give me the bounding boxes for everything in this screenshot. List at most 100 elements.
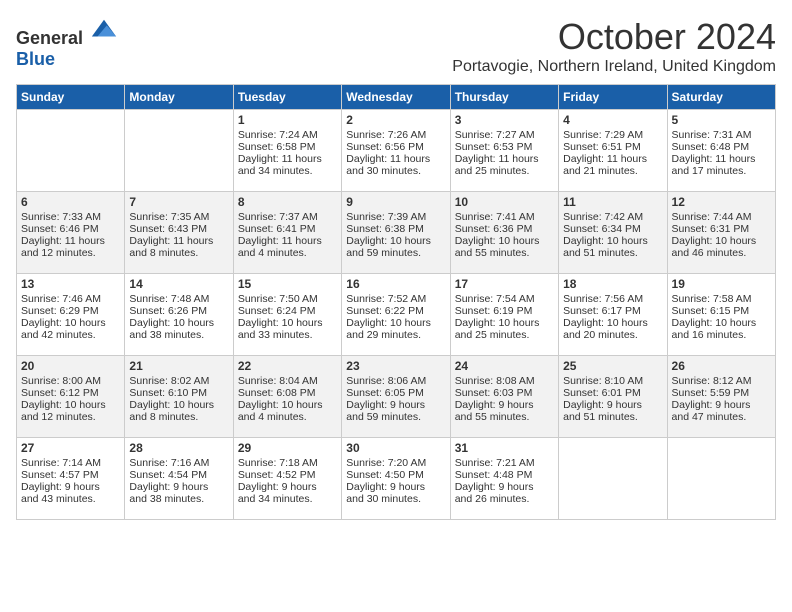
day-info: Daylight: 10 hours — [346, 317, 445, 329]
day-info: Sunrise: 7:52 AM — [346, 293, 445, 305]
day-info: Sunrise: 7:33 AM — [21, 211, 120, 223]
day-info: Sunrise: 8:04 AM — [238, 375, 337, 387]
day-info: and 30 minutes. — [346, 493, 445, 505]
calendar-cell: 13Sunrise: 7:46 AMSunset: 6:29 PMDayligh… — [17, 274, 125, 356]
logo-general: General — [16, 28, 83, 48]
calendar-cell: 16Sunrise: 7:52 AMSunset: 6:22 PMDayligh… — [342, 274, 450, 356]
day-info: Sunrise: 7:41 AM — [455, 211, 554, 223]
weekday-header: Friday — [559, 85, 667, 110]
day-info: and 42 minutes. — [21, 329, 120, 341]
day-info: Sunset: 6:19 PM — [455, 305, 554, 317]
day-info: and 51 minutes. — [563, 247, 662, 259]
day-info: Daylight: 9 hours — [21, 481, 120, 493]
day-info: and 8 minutes. — [129, 411, 228, 423]
calendar-cell: 20Sunrise: 8:00 AMSunset: 6:12 PMDayligh… — [17, 356, 125, 438]
calendar-cell: 23Sunrise: 8:06 AMSunset: 6:05 PMDayligh… — [342, 356, 450, 438]
weekday-header: Thursday — [450, 85, 558, 110]
calendar-week-row: 20Sunrise: 8:00 AMSunset: 6:12 PMDayligh… — [17, 356, 776, 438]
calendar-cell: 17Sunrise: 7:54 AMSunset: 6:19 PMDayligh… — [450, 274, 558, 356]
day-number: 19 — [672, 277, 771, 291]
day-info: Daylight: 11 hours — [563, 153, 662, 165]
day-info: Daylight: 10 hours — [129, 317, 228, 329]
day-info: Daylight: 11 hours — [21, 235, 120, 247]
day-info: Daylight: 10 hours — [455, 235, 554, 247]
day-number: 4 — [563, 113, 662, 127]
day-info: Sunrise: 7:56 AM — [563, 293, 662, 305]
calendar-cell: 25Sunrise: 8:10 AMSunset: 6:01 PMDayligh… — [559, 356, 667, 438]
day-info: Sunrise: 7:48 AM — [129, 293, 228, 305]
calendar-cell: 15Sunrise: 7:50 AMSunset: 6:24 PMDayligh… — [233, 274, 341, 356]
day-info: Daylight: 9 hours — [455, 399, 554, 411]
calendar-cell: 18Sunrise: 7:56 AMSunset: 6:17 PMDayligh… — [559, 274, 667, 356]
calendar-cell: 4Sunrise: 7:29 AMSunset: 6:51 PMDaylight… — [559, 110, 667, 192]
day-info: and 29 minutes. — [346, 329, 445, 341]
day-info: Sunrise: 7:54 AM — [455, 293, 554, 305]
day-info: Daylight: 10 hours — [238, 399, 337, 411]
day-number: 28 — [129, 441, 228, 455]
day-info: Sunset: 4:54 PM — [129, 469, 228, 481]
day-info: and 26 minutes. — [455, 493, 554, 505]
logo-blue: Blue — [16, 49, 55, 69]
day-info: Sunset: 6:31 PM — [672, 223, 771, 235]
day-info: and 34 minutes. — [238, 493, 337, 505]
day-info: Daylight: 11 hours — [346, 153, 445, 165]
day-info: and 34 minutes. — [238, 165, 337, 177]
location-title: Portavogie, Northern Ireland, United Kin… — [452, 58, 776, 76]
day-info: Sunset: 4:50 PM — [346, 469, 445, 481]
day-info: and 47 minutes. — [672, 411, 771, 423]
day-info: Sunset: 4:57 PM — [21, 469, 120, 481]
calendar-cell: 5Sunrise: 7:31 AMSunset: 6:48 PMDaylight… — [667, 110, 775, 192]
day-info: Daylight: 10 hours — [21, 399, 120, 411]
day-info: Daylight: 11 hours — [238, 235, 337, 247]
day-info: Sunrise: 7:27 AM — [455, 129, 554, 141]
day-number: 12 — [672, 195, 771, 209]
day-info: and 21 minutes. — [563, 165, 662, 177]
calendar-table: SundayMondayTuesdayWednesdayThursdayFrid… — [16, 84, 776, 520]
day-info: Sunset: 6:53 PM — [455, 141, 554, 153]
day-info: Daylight: 10 hours — [672, 317, 771, 329]
calendar-cell: 14Sunrise: 7:48 AMSunset: 6:26 PMDayligh… — [125, 274, 233, 356]
day-info: and 17 minutes. — [672, 165, 771, 177]
day-info: Daylight: 11 hours — [455, 153, 554, 165]
day-info: Sunrise: 8:02 AM — [129, 375, 228, 387]
day-number: 26 — [672, 359, 771, 373]
weekday-header: Tuesday — [233, 85, 341, 110]
day-info: and 4 minutes. — [238, 247, 337, 259]
day-info: Daylight: 10 hours — [21, 317, 120, 329]
day-info: Daylight: 10 hours — [346, 235, 445, 247]
day-info: and 46 minutes. — [672, 247, 771, 259]
day-number: 6 — [21, 195, 120, 209]
day-info: Sunset: 6:05 PM — [346, 387, 445, 399]
day-number: 5 — [672, 113, 771, 127]
calendar-cell: 30Sunrise: 7:20 AMSunset: 4:50 PMDayligh… — [342, 438, 450, 520]
day-info: Sunrise: 7:21 AM — [455, 457, 554, 469]
day-info: Sunrise: 7:44 AM — [672, 211, 771, 223]
day-number: 9 — [346, 195, 445, 209]
day-number: 13 — [21, 277, 120, 291]
calendar-cell — [667, 438, 775, 520]
day-info: Sunrise: 7:58 AM — [672, 293, 771, 305]
month-title: October 2024 — [452, 16, 776, 58]
day-number: 8 — [238, 195, 337, 209]
day-info: and 33 minutes. — [238, 329, 337, 341]
day-info: and 38 minutes. — [129, 329, 228, 341]
day-number: 21 — [129, 359, 228, 373]
day-info: and 51 minutes. — [563, 411, 662, 423]
calendar-week-row: 6Sunrise: 7:33 AMSunset: 6:46 PMDaylight… — [17, 192, 776, 274]
day-info: and 55 minutes. — [455, 247, 554, 259]
calendar-cell: 2Sunrise: 7:26 AMSunset: 6:56 PMDaylight… — [342, 110, 450, 192]
day-number: 15 — [238, 277, 337, 291]
calendar-cell: 24Sunrise: 8:08 AMSunset: 6:03 PMDayligh… — [450, 356, 558, 438]
calendar-cell: 29Sunrise: 7:18 AMSunset: 4:52 PMDayligh… — [233, 438, 341, 520]
day-info: Sunrise: 7:18 AM — [238, 457, 337, 469]
weekday-header: Sunday — [17, 85, 125, 110]
day-info: and 12 minutes. — [21, 411, 120, 423]
calendar-cell: 3Sunrise: 7:27 AMSunset: 6:53 PMDaylight… — [450, 110, 558, 192]
day-number: 23 — [346, 359, 445, 373]
day-info: Daylight: 9 hours — [455, 481, 554, 493]
calendar-cell: 6Sunrise: 7:33 AMSunset: 6:46 PMDaylight… — [17, 192, 125, 274]
day-info: Sunrise: 7:35 AM — [129, 211, 228, 223]
day-info: Daylight: 9 hours — [238, 481, 337, 493]
day-info: Sunset: 6:41 PM — [238, 223, 337, 235]
day-number: 22 — [238, 359, 337, 373]
